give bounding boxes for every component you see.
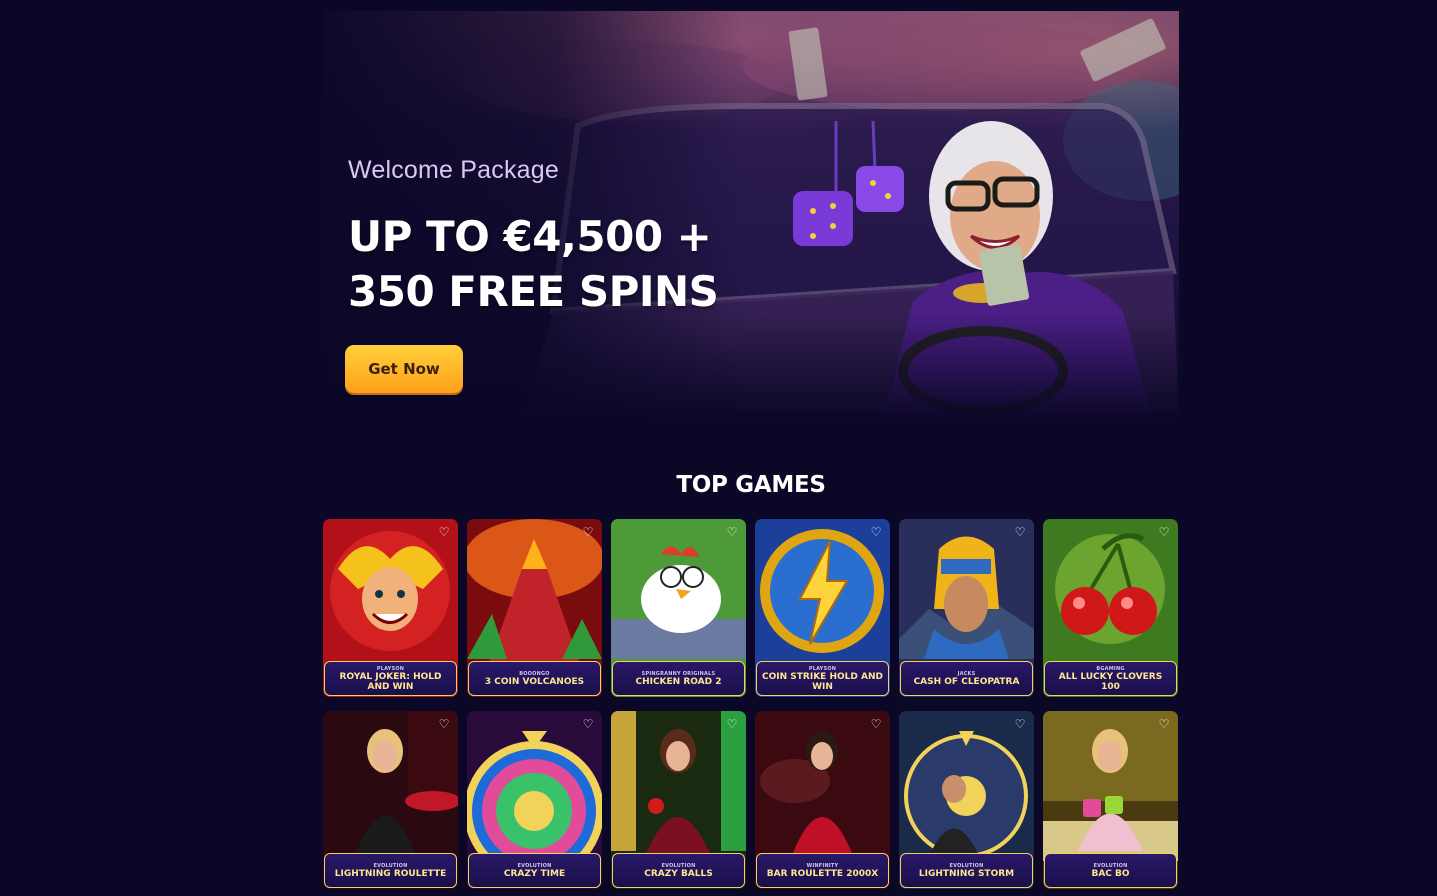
- game-name-plate: WINFINITY BAR ROULETTE 2000X: [756, 853, 889, 888]
- banner-headline-line1: UP TO €4,500 +: [348, 212, 712, 261]
- game-name-plate: JACKS CASH OF CLEOPATRA: [900, 661, 1033, 696]
- game-name-plate: BGAMING ALL LUCKY CLOVERS 100: [1044, 661, 1177, 696]
- game-card[interactable]: ♡ JACKS CASH OF CLEOPATRA: [899, 519, 1034, 697]
- heart-outline-icon[interactable]: ♡: [869, 717, 883, 731]
- get-now-button[interactable]: Get Now: [345, 345, 463, 393]
- banner-eyebrow: Welcome Package: [348, 156, 559, 184]
- heart-outline-icon[interactable]: ♡: [1157, 717, 1171, 731]
- game-title: LIGHTNING STORM: [918, 868, 1015, 879]
- heart-outline-icon[interactable]: ♡: [581, 525, 595, 539]
- game-name-plate: EVOLUTION LIGHTNING ROULETTE: [324, 853, 457, 888]
- game-title: CRAZY BALLS: [644, 868, 713, 879]
- top-games-title: TOP GAMES: [676, 472, 826, 498]
- game-card[interactable]: ♡ WINFINITY BAR ROULETTE 2000X: [755, 711, 890, 889]
- game-name-plate: EVOLUTION BAC BO: [1044, 853, 1177, 888]
- heart-outline-icon[interactable]: ♡: [869, 525, 883, 539]
- casino-page: Welcome Package UP TO €4,500 + 350 FREE …: [0, 0, 1437, 896]
- game-title: BAC BO: [1091, 868, 1130, 879]
- game-card[interactable]: ♡ EVOLUTION CRAZY TIME: [467, 711, 602, 889]
- heart-outline-icon[interactable]: ♡: [1013, 525, 1027, 539]
- game-title: ROYAL JOKER: HOLD AND WIN: [339, 671, 442, 692]
- banner-headline: UP TO €4,500 + 350 FREE SPINS: [348, 209, 728, 319]
- game-name-plate: SPINGRANNY ORIGINALS CHICKEN ROAD 2: [612, 661, 745, 696]
- game-title: CRAZY TIME: [503, 868, 566, 879]
- welcome-banner[interactable]: Welcome Package UP TO €4,500 + 350 FREE …: [323, 11, 1179, 421]
- heart-outline-icon[interactable]: ♡: [1157, 525, 1171, 539]
- top-games-grid: ♡ PLAYSON ROYAL JOKER: HOLD AND WIN ♡ BOOONG…: [323, 519, 1179, 889]
- game-title: ALL LUCKY CLOVERS 100: [1058, 671, 1163, 692]
- game-name-plate: PLAYSON ROYAL JOKER: HOLD AND WIN: [324, 661, 457, 696]
- game-title: CASH OF CLEOPATRA: [913, 676, 1020, 687]
- game-name-plate: PLAYSON COIN STRIKE HOLD AND WIN: [756, 661, 889, 696]
- heart-outline-icon[interactable]: ♡: [1013, 717, 1027, 731]
- game-card[interactable]: ♡ EVOLUTION CRAZY BALLS: [611, 711, 746, 889]
- game-card[interactable]: ♡ EVOLUTION BAC BO: [1043, 711, 1178, 889]
- game-card[interactable]: ♡ PLAYSON ROYAL JOKER: HOLD AND WIN: [323, 519, 458, 697]
- game-title: 3 COIN VOLCANOES: [484, 676, 585, 687]
- game-name-plate: EVOLUTION CRAZY TIME: [468, 853, 601, 888]
- game-card[interactable]: ♡ EVOLUTION LIGHTNING STORM: [899, 711, 1034, 889]
- game-card[interactable]: ♡ BGAMING ALL LUCKY CLOVERS 100: [1043, 519, 1178, 697]
- game-title: CHICKEN ROAD 2: [635, 676, 722, 687]
- game-card[interactable]: ♡ SPINGRANNY ORIGINALS CHICKEN ROAD 2: [611, 519, 746, 697]
- game-name-plate: EVOLUTION LIGHTNING STORM: [900, 853, 1033, 888]
- game-name-plate: BOOONGO 3 COIN VOLCANOES: [468, 661, 601, 696]
- game-card[interactable]: ♡ BOOONGO 3 COIN VOLCANOES: [467, 519, 602, 697]
- game-name-plate: EVOLUTION CRAZY BALLS: [612, 853, 745, 888]
- banner-headline-line2: 350 FREE SPINS: [348, 267, 719, 316]
- heart-outline-icon[interactable]: ♡: [437, 717, 451, 731]
- game-title: LIGHTNING ROULETTE: [334, 868, 447, 879]
- game-card[interactable]: ♡ EVOLUTION LIGHTNING ROULETTE: [323, 711, 458, 889]
- heart-outline-icon[interactable]: ♡: [581, 717, 595, 731]
- heart-outline-icon[interactable]: ♡: [437, 525, 451, 539]
- game-title: BAR ROULETTE 2000X: [766, 868, 879, 879]
- game-card[interactable]: ♡ PLAYSON COIN STRIKE HOLD AND WIN: [755, 519, 890, 697]
- heart-outline-icon[interactable]: ♡: [725, 717, 739, 731]
- game-title: COIN STRIKE HOLD AND WIN: [762, 671, 883, 692]
- heart-outline-icon[interactable]: ♡: [725, 525, 739, 539]
